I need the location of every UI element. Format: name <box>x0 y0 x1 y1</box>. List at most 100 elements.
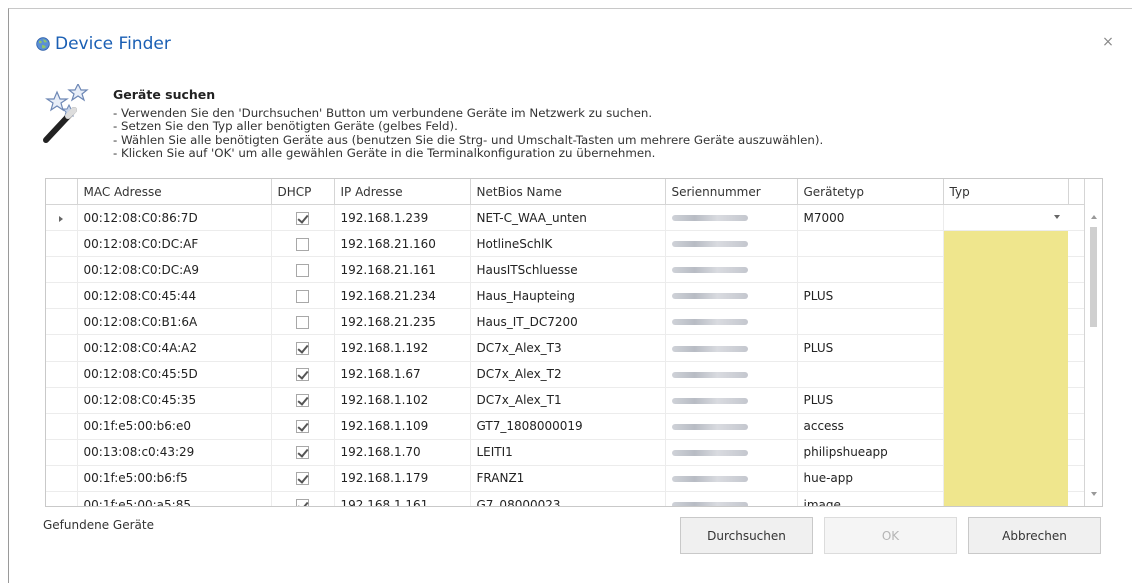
dhcp-checkbox[interactable] <box>296 394 309 408</box>
geraetetyp-cell[interactable] <box>797 361 944 388</box>
serial-cell[interactable] <box>665 308 798 336</box>
ip-cell[interactable]: 192.168.1.192 <box>334 334 471 362</box>
column-header-netbios[interactable]: NetBios Name <box>470 179 666 205</box>
dhcp-cell[interactable] <box>271 204 335 232</box>
netbios-cell[interactable]: DC7x_Alex_T1 <box>470 387 666 414</box>
netbios-cell[interactable]: G7_08000023 <box>470 491 666 506</box>
typ-cell[interactable] <box>943 334 1068 362</box>
netbios-cell[interactable]: HotlineSchlK <box>470 230 666 258</box>
column-header-dhcp[interactable]: DHCP <box>271 179 335 205</box>
row-indicator[interactable] <box>46 387 78 414</box>
row-indicator[interactable] <box>46 491 78 506</box>
table-row[interactable]: 00:1f:e5:00:a5:85 192.168.1.161 G7_0800002… <box>46 491 1085 506</box>
typ-cell[interactable] <box>943 204 1068 232</box>
column-header-mac[interactable]: MAC Adresse <box>77 179 272 205</box>
dhcp-checkbox[interactable] <box>296 315 309 329</box>
dhcp-checkbox[interactable] <box>296 263 309 277</box>
serial-cell[interactable] <box>665 491 798 506</box>
mac-cell[interactable]: 00:12:08:C0:45:44 <box>77 282 272 310</box>
dhcp-cell[interactable] <box>271 308 335 336</box>
geraetetyp-cell[interactable]: M7000 <box>797 204 944 232</box>
geraetetyp-cell[interactable] <box>797 256 944 284</box>
ip-cell[interactable]: 192.168.1.70 <box>334 439 471 466</box>
table-row[interactable]: 00:12:08:C0:B1:6A 192.168.21.235 Haus_IT_D… <box>46 308 1085 336</box>
ip-cell[interactable]: 192.168.1.102 <box>334 387 471 414</box>
netbios-cell[interactable]: DC7x_Alex_T2 <box>470 361 666 388</box>
column-header-geraetetyp[interactable]: Gerätetyp <box>797 179 944 205</box>
serial-cell[interactable] <box>665 361 798 388</box>
dhcp-cell[interactable] <box>271 413 335 440</box>
geraetetyp-cell[interactable]: PLUS <box>797 334 944 362</box>
ip-cell[interactable]: 192.168.1.67 <box>334 361 471 388</box>
ip-cell[interactable]: 192.168.21.234 <box>334 282 471 310</box>
dhcp-checkbox[interactable] <box>296 498 309 506</box>
vertical-scrollbar[interactable] <box>1084 179 1102 506</box>
table-row[interactable]: 00:1f:e5:00:b6:f5 192.168.1.179 FRANZ1 hue-… <box>46 465 1085 493</box>
dhcp-cell[interactable] <box>271 230 335 258</box>
column-header-typ[interactable]: Typ <box>943 179 1069 205</box>
row-indicator[interactable] <box>46 282 78 310</box>
row-indicator[interactable] <box>46 230 78 258</box>
typ-cell[interactable] <box>943 361 1068 388</box>
table-row[interactable]: 00:12:08:C0:45:35 192.168.1.102 DC7x_Alex_… <box>46 387 1085 414</box>
table-row[interactable]: 00:1f:e5:00:b6:e0 192.168.1.109 GT7_180800… <box>46 413 1085 440</box>
dhcp-cell[interactable] <box>271 387 335 414</box>
serial-cell[interactable] <box>665 439 798 466</box>
dhcp-checkbox[interactable] <box>296 237 309 251</box>
netbios-cell[interactable]: LEITI1 <box>470 439 666 466</box>
netbios-cell[interactable]: NET-C_WAA_unten <box>470 204 666 232</box>
dropdown-arrow-icon[interactable] <box>1054 215 1060 219</box>
dhcp-checkbox[interactable] <box>296 368 309 382</box>
serial-cell[interactable] <box>665 413 798 440</box>
netbios-cell[interactable]: Haus_Haupteing <box>470 282 666 310</box>
serial-cell[interactable] <box>665 282 798 310</box>
dhcp-cell[interactable] <box>271 334 335 362</box>
netbios-cell[interactable]: FRANZ1 <box>470 465 666 493</box>
mac-cell[interactable]: 00:13:08:c0:43:29 <box>77 439 272 466</box>
table-row[interactable]: 00:12:08:C0:DC:AF 192.168.21.160 HotlineSc… <box>46 230 1085 258</box>
typ-cell[interactable] <box>943 439 1068 466</box>
geraetetyp-cell[interactable]: hue-app <box>797 465 944 493</box>
row-indicator[interactable] <box>46 308 78 336</box>
ip-cell[interactable]: 192.168.1.161 <box>334 491 471 506</box>
table-row[interactable]: 00:12:08:C0:4A:A2 192.168.1.192 DC7x_Alex_… <box>46 334 1085 362</box>
dhcp-cell[interactable] <box>271 256 335 284</box>
row-indicator[interactable] <box>46 413 78 440</box>
typ-cell[interactable] <box>943 308 1068 336</box>
netbios-cell[interactable]: GT7_1808000019 <box>470 413 666 440</box>
geraetetyp-cell[interactable]: PLUS <box>797 282 944 310</box>
row-indicator[interactable] <box>46 256 78 284</box>
typ-cell[interactable] <box>943 256 1068 284</box>
ip-cell[interactable]: 192.168.1.109 <box>334 413 471 440</box>
scroll-up-icon[interactable] <box>1091 215 1097 219</box>
row-indicator[interactable] <box>46 204 78 232</box>
mac-cell[interactable]: 00:1f:e5:00:b6:e0 <box>77 413 272 440</box>
mac-cell[interactable]: 00:12:08:C0:45:5D <box>77 361 272 388</box>
mac-cell[interactable]: 00:1f:e5:00:a5:85 <box>77 491 272 506</box>
dhcp-cell[interactable] <box>271 361 335 388</box>
typ-cell[interactable] <box>943 387 1068 414</box>
column-header-serial[interactable]: Seriennummer <box>665 179 798 205</box>
geraetetyp-cell[interactable] <box>797 230 944 258</box>
ip-cell[interactable]: 192.168.1.239 <box>334 204 471 232</box>
ip-cell[interactable]: 192.168.21.161 <box>334 256 471 284</box>
dhcp-cell[interactable] <box>271 465 335 493</box>
cancel-button[interactable]: Abbrechen <box>968 517 1101 554</box>
geraetetyp-cell[interactable]: access <box>797 413 944 440</box>
serial-cell[interactable] <box>665 334 798 362</box>
mac-cell[interactable]: 00:12:08:C0:86:7D <box>77 204 272 232</box>
serial-cell[interactable] <box>665 230 798 258</box>
mac-cell[interactable]: 00:12:08:C0:45:35 <box>77 387 272 414</box>
table-row[interactable]: 00:12:08:C0:DC:A9 192.168.21.161 HausITSch… <box>46 256 1085 284</box>
netbios-cell[interactable]: DC7x_Alex_T3 <box>470 334 666 362</box>
dhcp-cell[interactable] <box>271 282 335 310</box>
ok-button[interactable]: OK <box>824 517 957 554</box>
mac-cell[interactable]: 00:1f:e5:00:b6:f5 <box>77 465 272 493</box>
row-indicator[interactable] <box>46 361 78 388</box>
ip-cell[interactable]: 192.168.21.160 <box>334 230 471 258</box>
mac-cell[interactable]: 00:12:08:C0:DC:A9 <box>77 256 272 284</box>
dhcp-checkbox[interactable] <box>296 420 309 434</box>
devices-grid[interactable]: MAC Adresse DHCP IP Adresse NetBios Name… <box>45 178 1103 507</box>
row-indicator[interactable] <box>46 334 78 362</box>
mac-cell[interactable]: 00:12:08:C0:B1:6A <box>77 308 272 336</box>
